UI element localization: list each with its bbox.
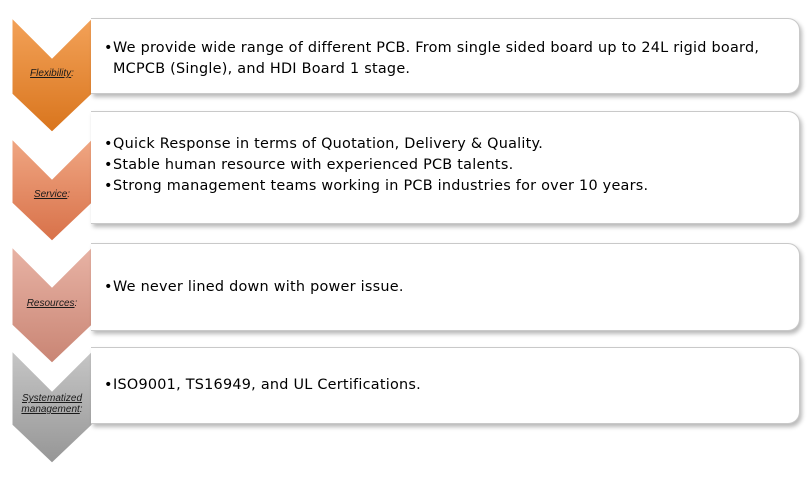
text-box-service: Quick Response in terms of Quotation, De… xyxy=(91,111,800,224)
chevron-shape xyxy=(11,137,93,242)
chevron-label: Flexibility: xyxy=(12,68,92,79)
text-box-systematized-management: ISO9001, TS16949, and UL Certifications. xyxy=(91,347,800,424)
chevron-resources: Resources: xyxy=(11,243,93,364)
chevron-label: Systematized management: xyxy=(12,393,92,415)
bullet-list: ISO9001, TS16949, and UL Certifications. xyxy=(104,375,791,396)
label-text-line-1: Systematized xyxy=(21,393,83,404)
chevron-systematized-management: Systematized management: xyxy=(11,347,93,464)
text-box-flexibility: We provide wide range of different PCB. … xyxy=(91,18,800,94)
label-colon: : xyxy=(67,189,71,200)
label-text: Resources xyxy=(26,298,75,309)
label-text-line-2: management xyxy=(21,404,80,415)
bullet-item: We provide wide range of different PCB. … xyxy=(104,38,791,80)
label-text: Service xyxy=(33,189,68,200)
bullet-item: Quick Response in terms of Quotation, De… xyxy=(104,134,791,155)
label-colon: : xyxy=(74,298,78,309)
chevron-label: Service: xyxy=(12,189,92,200)
bullet-item: We never lined down with power issue. xyxy=(104,277,791,298)
bullet-list: We provide wide range of different PCB. … xyxy=(104,38,791,80)
bullet-item: Strong management teams working in PCB i… xyxy=(104,176,791,197)
chevron-service: Service: xyxy=(11,111,93,242)
label-colon: : xyxy=(79,404,83,415)
bullet-list: Quick Response in terms of Quotation, De… xyxy=(104,134,791,197)
text-box-resources: We never lined down with power issue. xyxy=(91,243,800,331)
bullet-item: ISO9001, TS16949, and UL Certifications. xyxy=(104,375,791,396)
bullet-list: We never lined down with power issue. xyxy=(104,277,791,298)
label-colon: : xyxy=(71,68,74,79)
label-text: Flexibility xyxy=(30,68,72,79)
bullet-item: Stable human resource with experienced P… xyxy=(104,155,791,176)
chevron-label: Resources: xyxy=(12,298,92,309)
